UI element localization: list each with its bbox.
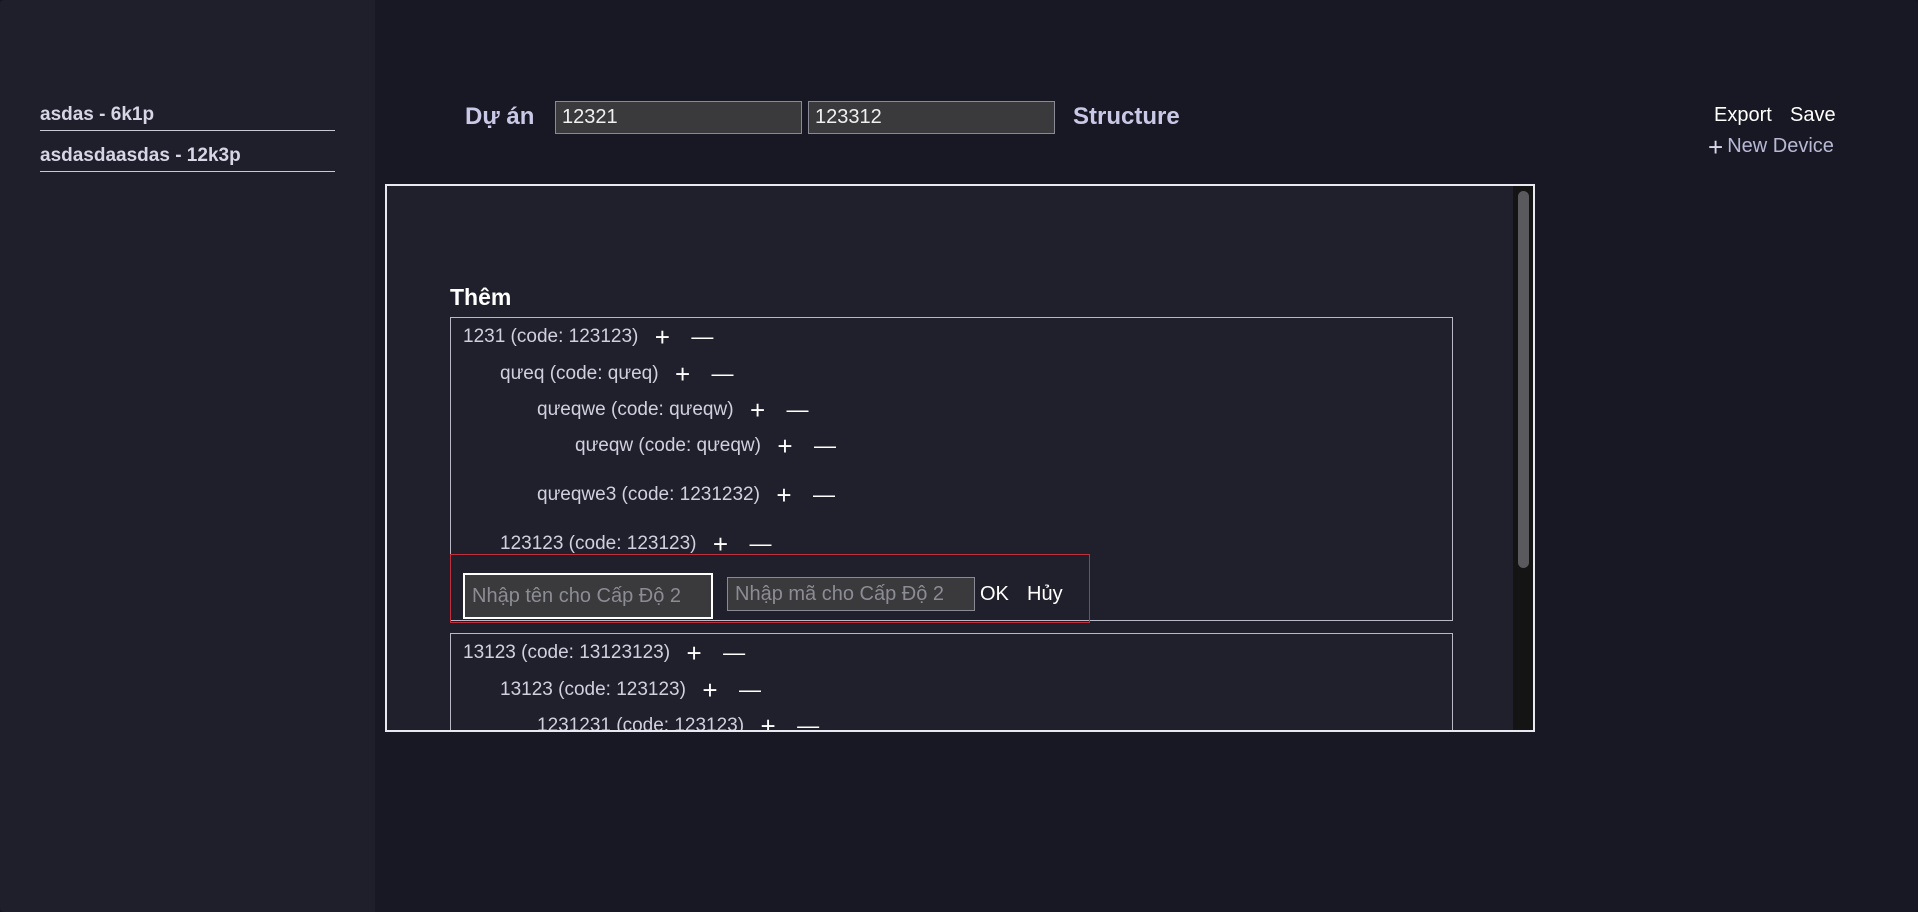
app-window: asdas - 6k1p asdasdaasdas - 12k3p Dự án … [0, 0, 1918, 912]
add-level-form: OK Hủy [450, 554, 1090, 623]
tree-node: 123123 (code: 123123) + — [500, 531, 787, 557]
sidebar: asdas - 6k1p asdasdaasdas - 12k3p [0, 0, 375, 912]
project-code-input[interactable] [808, 101, 1055, 134]
plus-icon[interactable]: + [771, 433, 799, 459]
minus-icon[interactable]: — [810, 484, 838, 506]
minus-icon[interactable]: — [794, 715, 822, 731]
plus-icon[interactable]: + [648, 324, 676, 350]
tree-node: 13123 (code: 13123123) + — [463, 640, 760, 666]
tree-node: 13123 (code: 123123) + — [500, 677, 776, 703]
tree-node: qưeq (code: qưeq) + — [500, 361, 749, 387]
tree-node-label: qưeq (code: qưeq) [500, 363, 659, 384]
structure-label: Structure [1073, 103, 1180, 130]
new-device-label: New Device [1727, 135, 1834, 157]
export-button[interactable]: Export [1714, 104, 1772, 127]
structure-panel[interactable]: Thêm 1231 (code: 123123) + — qưeq (code:… [385, 184, 1535, 732]
ok-button[interactable]: OK [980, 583, 1009, 606]
minus-icon[interactable]: — [811, 435, 839, 457]
level-name-input[interactable] [463, 573, 713, 619]
tree-node-label: 1231 (code: 123123) [463, 326, 639, 347]
minus-icon[interactable]: — [688, 326, 716, 348]
tree-node-label: qưeqwe3 (code: 1231232) [537, 484, 760, 505]
minus-icon[interactable]: — [709, 363, 737, 385]
save-button[interactable]: Save [1790, 104, 1836, 127]
minus-icon[interactable]: — [720, 642, 748, 664]
sidebar-item-label: asdasdaasdas - 12k3p [40, 145, 241, 166]
sidebar-item-project-1[interactable]: asdas - 6k1p [40, 104, 335, 131]
plus-icon[interactable]: + [744, 397, 772, 423]
sidebar-item-label: asdas - 6k1p [40, 104, 155, 125]
plus-icon: + [1708, 131, 1724, 162]
tree-node: qưeqwe (code: qưeqw) + — [537, 397, 824, 423]
tree-node-label: qưeqw (code: qưeqw) [575, 435, 761, 456]
plus-icon[interactable]: + [696, 677, 724, 703]
tree-node-label: 123123 (code: 123123) [500, 533, 697, 554]
project-label: Dự án [465, 103, 535, 130]
minus-icon[interactable]: — [784, 399, 812, 421]
tree-node: 1231 (code: 123123) + — [463, 324, 728, 350]
scrollbar-thumb[interactable] [1518, 191, 1529, 568]
tree-node-label: 13123 (code: 123123) [500, 679, 686, 700]
tree-node: 1231231 (code: 123123) + — [537, 713, 834, 732]
minus-icon[interactable]: — [747, 533, 775, 555]
tree-node: qưeqw (code: qưeqw) + — [575, 433, 851, 459]
plus-icon[interactable]: + [669, 361, 697, 387]
tree-node-label: 1231231 (code: 123123) [537, 715, 745, 732]
tree-node: qưeqwe3 (code: 1231232) + — [537, 482, 850, 508]
plus-icon[interactable]: + [707, 531, 735, 557]
project-name-input[interactable] [555, 101, 802, 134]
minus-icon[interactable]: — [736, 679, 764, 701]
tree-node-label: qưeqwe (code: qưeqw) [537, 399, 734, 420]
tree-node-label: 13123 (code: 13123123) [463, 642, 671, 663]
cancel-button[interactable]: Hủy [1027, 583, 1063, 606]
panel-title: Thêm [450, 284, 512, 310]
plus-icon[interactable]: + [680, 640, 708, 666]
sidebar-item-project-2[interactable]: asdasdaasdas - 12k3p [40, 145, 335, 172]
scrollbar[interactable] [1513, 186, 1533, 730]
plus-icon[interactable]: + [770, 482, 798, 508]
plus-icon[interactable]: + [754, 713, 782, 730]
level-code-input[interactable] [727, 577, 975, 611]
new-device-button[interactable]: + New Device [1708, 131, 1834, 162]
